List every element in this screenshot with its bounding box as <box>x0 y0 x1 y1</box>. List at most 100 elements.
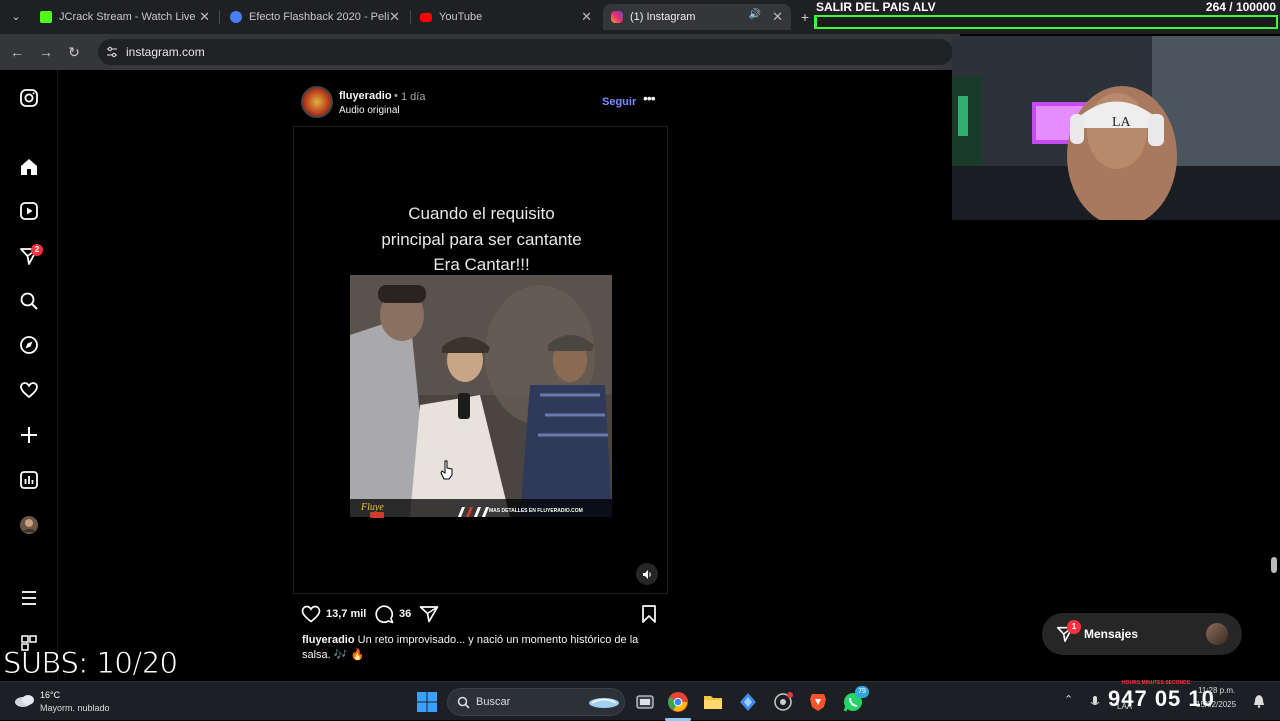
system-time[interactable]: 11:28 p.m. <box>1198 686 1235 695</box>
stripes-decoration <box>458 507 489 517</box>
webcam-image: LA <box>952 36 1280 220</box>
hand-cursor-icon <box>440 460 453 480</box>
comment-button[interactable]: 36 <box>374 603 411 625</box>
tab-title: JCrack Stream - Watch Live on K <box>59 11 199 23</box>
tab-title: YouTube <box>439 11 483 23</box>
windows-start-icon[interactable] <box>417 692 437 712</box>
profile-avatar[interactable] <box>17 513 41 537</box>
video-watermark: MAS DETALLES EN FLUYERADIO.COM <box>489 508 583 514</box>
windows-taskbar: 16°C Mayorm. nublado Buscar 79 ⌃ HOURS M… <box>0 680 1280 721</box>
microphone-icon[interactable] <box>1090 695 1100 709</box>
hud-goal-title: SALIR DEL PAIS ALV <box>816 0 936 14</box>
like-button[interactable]: 13,7 mil <box>301 603 366 625</box>
taskbar-search-placeholder: Buscar <box>476 696 511 708</box>
post-time[interactable]: 1 día <box>401 91 425 103</box>
svg-text:Fluye: Fluye <box>360 502 384 513</box>
fluye-radio-logo: Fluye <box>360 502 384 518</box>
message-contact-avatar <box>1206 623 1228 645</box>
more-options-icon[interactable]: ••• <box>643 90 656 106</box>
youtube-favicon-icon <box>420 12 432 22</box>
post-author-avatar[interactable] <box>301 86 333 118</box>
tab-efecto-flashback[interactable]: Efecto Flashback 2020 - Película ✕ <box>222 4 408 30</box>
video-frame[interactable] <box>350 275 612 517</box>
audio-playing-icon[interactable]: 🔊 <box>749 9 761 20</box>
explore-icon[interactable] <box>17 333 41 357</box>
post-separator: • <box>394 90 398 102</box>
subs-goal-overlay: SUBS: 10/20 <box>3 646 179 681</box>
tab-youtube[interactable]: YouTube ✕ <box>412 4 600 30</box>
cloud-weather-icon[interactable] <box>14 692 36 708</box>
messages-badge: 2 <box>31 244 43 256</box>
new-tab-plus-icon[interactable]: + <box>795 7 815 27</box>
create-plus-icon[interactable] <box>17 423 41 447</box>
save-button[interactable] <box>640 603 658 625</box>
post-audio-link[interactable]: Audio original <box>339 105 400 116</box>
instagram-logo-icon[interactable] <box>17 86 41 110</box>
post-caption: fluyeradio Un reto improvisado... y naci… <box>302 633 662 663</box>
show-hidden-icons-chevron-icon[interactable]: ⌃ <box>1064 693 1073 706</box>
comment-icon <box>375 605 394 624</box>
speaker-icon <box>642 569 651 579</box>
address-bar[interactable]: instagram.com <box>98 39 953 65</box>
heart-icon <box>301 605 321 623</box>
messages-button[interactable]: 1 Mensajes <box>1042 613 1242 655</box>
address-url: instagram.com <box>126 45 205 59</box>
app-orbit-icon[interactable] <box>772 691 794 713</box>
system-date[interactable]: 15/02/2025 <box>1196 700 1236 709</box>
task-view-icon[interactable] <box>634 691 656 713</box>
unmute-button[interactable] <box>636 563 658 585</box>
reels-icon[interactable] <box>17 199 41 223</box>
share-icon <box>419 606 439 623</box>
close-tab-icon[interactable]: ✕ <box>389 9 400 25</box>
hud-progress-bar <box>814 15 1278 29</box>
tab-instagram[interactable]: (1) Instagram 🔊 ✕ <box>603 4 791 30</box>
caption-username[interactable]: fluyeradio <box>302 634 355 646</box>
post-username[interactable]: fluyeradio <box>339 90 392 102</box>
instagram-sidebar: 2 <box>0 70 58 680</box>
taskbar-search[interactable]: Buscar <box>447 688 625 716</box>
bookmark-icon <box>642 605 656 623</box>
app-diamond-icon[interactable] <box>737 691 759 713</box>
messages-unread-badge: 1 <box>1067 620 1081 634</box>
whatsapp-badge: 79 <box>855 686 869 698</box>
page-scrollbar[interactable] <box>1268 70 1280 680</box>
svg-text:LA: LA <box>1112 115 1132 130</box>
follow-button[interactable]: Seguir <box>602 96 636 108</box>
post-media[interactable]: Cuando el requisito principal para ser c… <box>293 126 668 594</box>
brave-browser-icon[interactable] <box>807 691 829 713</box>
close-tab-icon[interactable]: ✕ <box>581 9 592 25</box>
close-tab-icon[interactable]: ✕ <box>199 9 210 25</box>
menu-icon[interactable] <box>17 586 41 610</box>
dashboard-icon[interactable] <box>17 468 41 492</box>
search-icon <box>457 696 470 709</box>
post-header: fluyeradio • 1 día Audio original Seguir… <box>301 84 663 122</box>
messages-label: Mensajes <box>1084 627 1139 641</box>
chrome-icon[interactable] <box>667 691 689 713</box>
file-explorer-icon[interactable] <box>702 691 724 713</box>
home-icon[interactable] <box>17 155 41 179</box>
search-icon[interactable] <box>17 289 41 313</box>
browser-toolbar: ← → ↻ instagram.com <box>0 34 960 70</box>
share-button[interactable] <box>419 603 439 625</box>
notifications-heart-icon[interactable] <box>17 378 41 402</box>
tab-search-chevron-icon[interactable]: ⌄ <box>6 7 26 27</box>
notifications-bell-icon[interactable] <box>1252 694 1266 708</box>
forward-arrow-icon[interactable]: → <box>36 42 56 62</box>
comments-count[interactable]: 36 <box>399 608 411 620</box>
search-highlight-icon <box>589 698 619 708</box>
close-tab-icon[interactable]: ✕ <box>772 9 783 25</box>
hud-progress-fill <box>816 17 818 27</box>
likes-count[interactable]: 13,7 mil <box>326 608 366 620</box>
post-actions: 13,7 mil 36 <box>301 603 661 627</box>
site-favicon-icon <box>230 11 242 23</box>
hud-goal-count: 264 / 100000 <box>1205 0 1276 14</box>
back-arrow-icon[interactable]: ← <box>7 42 27 62</box>
weather-description[interactable]: Mayorm. nublado <box>40 703 110 713</box>
scroll-thumb[interactable] <box>1271 557 1277 573</box>
weather-temperature[interactable]: 16°C <box>40 690 60 700</box>
webcam-overlay: LA <box>952 36 1280 220</box>
site-settings-icon[interactable] <box>106 46 118 58</box>
reload-icon[interactable]: ↻ <box>64 42 84 62</box>
tab-jcrack[interactable]: JCrack Stream - Watch Live on K ✕ <box>32 4 218 30</box>
instagram-favicon-icon <box>611 11 623 23</box>
